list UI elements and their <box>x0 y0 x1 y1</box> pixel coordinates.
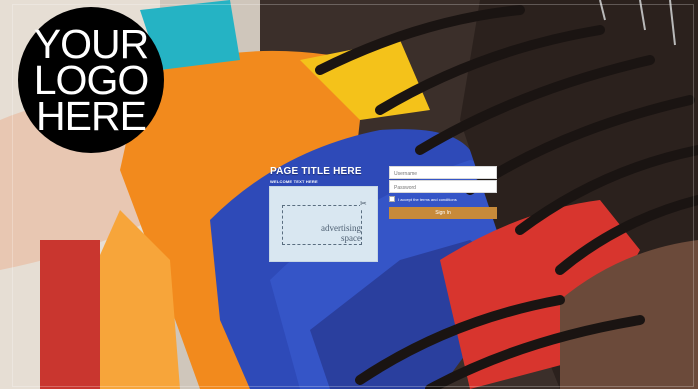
logo-line-3: HERE <box>36 93 147 139</box>
terms-label[interactable]: I accept the terms and conditions <box>398 197 457 202</box>
ad-line-2: space <box>341 233 361 243</box>
signin-button[interactable]: Sign In <box>389 207 497 219</box>
ad-text: advertising space <box>311 223 361 243</box>
ad-dashed-border: ✂ advertising space <box>282 199 367 245</box>
terms-row[interactable]: I accept the terms and conditions <box>389 196 457 202</box>
password-input[interactable] <box>389 180 497 193</box>
welcome-text: WELCOME TEXT HERE <box>270 179 318 184</box>
logo-placeholder: YOUR LOGO HERE <box>18 7 164 153</box>
username-input[interactable] <box>389 166 497 179</box>
page-title: PAGE TITLE HERE <box>270 166 362 177</box>
ad-line-1: advertising <box>321 223 361 233</box>
scissors-icon: ✂ <box>360 199 367 209</box>
advertising-space: ✂ advertising space <box>269 186 378 262</box>
terms-checkbox[interactable] <box>389 196 395 202</box>
